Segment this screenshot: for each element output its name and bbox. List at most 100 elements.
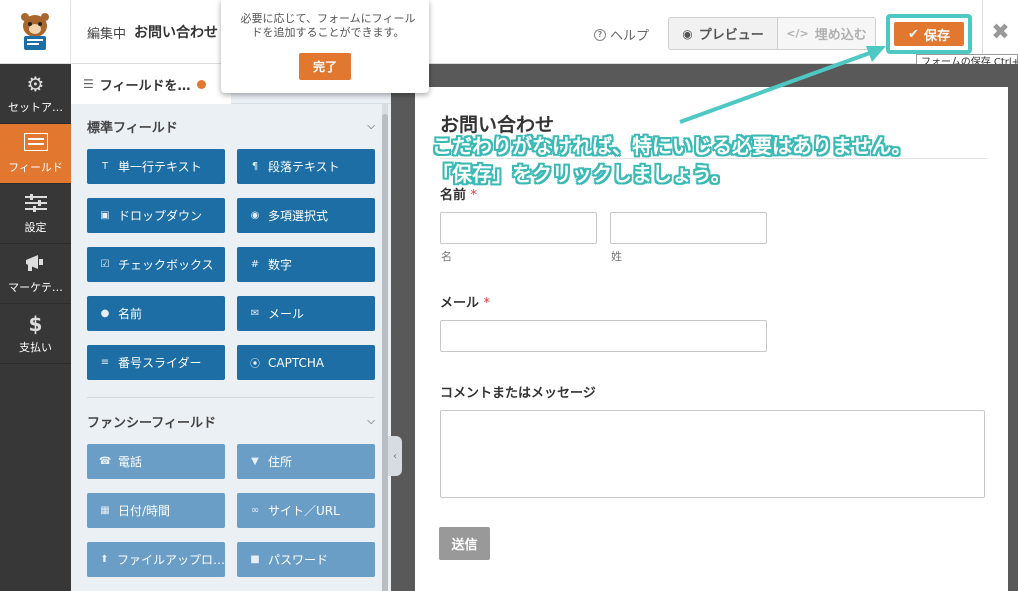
- field-phone[interactable]: ☎ 電話: [87, 444, 225, 479]
- embed-button[interactable]: </> 埋め込む: [778, 17, 876, 50]
- hash-icon: #: [250, 259, 260, 270]
- preview-button[interactable]: ◉ プレビュー: [668, 17, 778, 50]
- sliders-icon: [24, 193, 47, 215]
- scrollbar-thumb[interactable]: [382, 114, 388, 591]
- megaphone-icon: [24, 253, 48, 275]
- field-dropdown[interactable]: ▣ ドロップダウン: [87, 198, 225, 233]
- field-label: 単一行テキスト: [118, 160, 202, 174]
- collapse-panel-handle[interactable]: ‹: [388, 436, 402, 476]
- field-label: 数字: [268, 258, 293, 272]
- field-date-time[interactable]: ▦ 日付/時間: [87, 493, 225, 528]
- dropdown-icon: ▣: [100, 210, 110, 221]
- top-bar: 編集中 お問い合わせ ? ヘルプ ◉ プレビュー </> 埋め込む ✔ 保存 ✖: [0, 0, 1018, 64]
- dollar-icon: $: [28, 311, 43, 336]
- field-password[interactable]: ■ パスワード: [237, 542, 375, 577]
- field-label: ファイルアップロ…: [116, 553, 225, 567]
- link-icon: ∞: [250, 505, 260, 516]
- sidebar-item-setup[interactable]: ⚙ セットア…: [0, 64, 71, 124]
- panel-scrollbar[interactable]: [382, 104, 388, 591]
- field-label: CAPTCHA: [268, 355, 325, 370]
- field-label: 電話: [118, 455, 143, 469]
- standard-fields-header[interactable]: 標準フィールド ⌵: [87, 116, 375, 136]
- fields-list-icon: [22, 131, 49, 155]
- field-label: 段落テキスト: [268, 160, 340, 174]
- code-icon: </>: [786, 27, 809, 40]
- last-name-input[interactable]: [610, 212, 767, 244]
- list-icon: ☰: [83, 77, 94, 91]
- field-label: 番号スライダー: [118, 356, 202, 370]
- field-checkboxes[interactable]: ☑ チェックボックス: [87, 247, 225, 282]
- embed-label: 埋め込む: [814, 28, 867, 43]
- editing-prefix: 編集中: [87, 27, 127, 42]
- captcha-icon: ⦿: [250, 359, 260, 370]
- section-title: ファンシーフィールド: [87, 415, 216, 431]
- fancy-fields-header[interactable]: ファンシーフィールド ⌵: [87, 411, 375, 431]
- upload-icon: ⬆: [100, 554, 109, 565]
- first-name-input[interactable]: [440, 212, 597, 244]
- field-numbers[interactable]: # 数字: [237, 247, 375, 282]
- paragraph-icon: ¶: [251, 161, 259, 172]
- last-name-sublabel: 姓: [611, 250, 622, 263]
- fields-panel: ☰ フィールドを… 標準フィールド ⌵ T 単一行テキスト ¶ 段落テキスト ▣…: [71, 64, 391, 591]
- chevron-down-icon: ⌵: [367, 415, 375, 427]
- required-asterisk: *: [483, 296, 491, 311]
- sidebar-item-settings[interactable]: 設定: [0, 184, 71, 244]
- field-paragraph-text[interactable]: ¶ 段落テキスト: [237, 149, 375, 184]
- onboarding-popover: 必要に応じて、フォームにフィールドを追加することができます。 完了: [221, 0, 429, 93]
- help-button[interactable]: ? ヘルプ: [594, 25, 649, 44]
- text-cursor-icon: T: [101, 161, 109, 172]
- field-address[interactable]: ▼ 住所: [237, 444, 375, 479]
- field-email[interactable]: ✉ メール: [237, 296, 375, 331]
- section-divider: [87, 397, 375, 398]
- submit-button[interactable]: 送信: [439, 527, 490, 560]
- sidebar-item-payments[interactable]: $ 支払い: [0, 304, 71, 364]
- save-button-highlight: ✔ 保存: [886, 14, 972, 54]
- gear-icon: ⚙: [26, 71, 45, 96]
- field-single-line-text[interactable]: T 単一行テキスト: [87, 149, 225, 184]
- sidebar-item-marketing[interactable]: マーケテ…: [0, 244, 71, 304]
- chevron-down-icon: ⌵: [367, 120, 375, 132]
- tab-add-fields[interactable]: ☰ フィールドを…: [71, 64, 231, 104]
- save-label: 保存: [923, 28, 950, 44]
- sidebar-item-label: セットア…: [8, 100, 63, 114]
- user-icon: ●: [100, 308, 110, 319]
- email-input[interactable]: [440, 320, 767, 352]
- bear-logo-icon: [21, 13, 49, 50]
- email-field-label[interactable]: メール *: [440, 292, 490, 311]
- tab-label: フィールドを…: [99, 78, 191, 94]
- label-text: 名前: [440, 188, 467, 203]
- popover-done-button[interactable]: 完了: [299, 53, 351, 80]
- icon-sidebar: ⚙ セットア… フィールド 設定 マーケテ… $ 支払い: [0, 64, 71, 591]
- sidebar-item-label: 支払い: [19, 340, 52, 354]
- chevron-left-icon: ‹: [393, 450, 397, 462]
- calendar-icon: ▦: [100, 505, 110, 516]
- slider-icon: ≡: [100, 357, 110, 368]
- field-multiple-choice[interactable]: ◉ 多項選択式: [237, 198, 375, 233]
- field-label: サイト／URL: [268, 504, 340, 518]
- first-name-sublabel: 名: [441, 250, 452, 263]
- field-label: ドロップダウン: [118, 209, 203, 223]
- section-title: 標準フィールド: [87, 120, 178, 136]
- sidebar-item-fields[interactable]: フィールド: [0, 124, 71, 184]
- field-captcha[interactable]: ⦿ CAPTCHA: [237, 345, 375, 380]
- annotation-text-line2: 「保存」をクリックしましょう。: [432, 162, 731, 186]
- field-number-slider[interactable]: ≡ 番号スライダー: [87, 345, 225, 380]
- field-name[interactable]: ● 名前: [87, 296, 225, 331]
- field-label: 住所: [268, 455, 293, 469]
- field-label: チェックボックス: [118, 258, 214, 272]
- notification-dot: [196, 79, 206, 89]
- field-label: 多項選択式: [268, 209, 329, 223]
- comment-textarea[interactable]: [440, 410, 985, 498]
- map-pin-icon: ▼: [251, 456, 259, 467]
- envelope-icon: ✉: [250, 308, 260, 319]
- sidebar-item-label: 設定: [24, 220, 47, 234]
- help-circle-icon: ?: [594, 28, 606, 41]
- form-name-title: お問い合わせ: [134, 25, 218, 41]
- field-website-url[interactable]: ∞ サイト／URL: [237, 493, 375, 528]
- label-text: メール: [440, 296, 480, 311]
- field-file-upload[interactable]: ⬆ ファイルアップロ…: [87, 542, 225, 577]
- sidebar-item-label: フィールド: [8, 160, 63, 174]
- help-label: ヘルプ: [610, 29, 650, 44]
- comment-field-label[interactable]: コメントまたはメッセージ: [440, 382, 596, 401]
- save-button[interactable]: ✔ 保存: [894, 22, 964, 46]
